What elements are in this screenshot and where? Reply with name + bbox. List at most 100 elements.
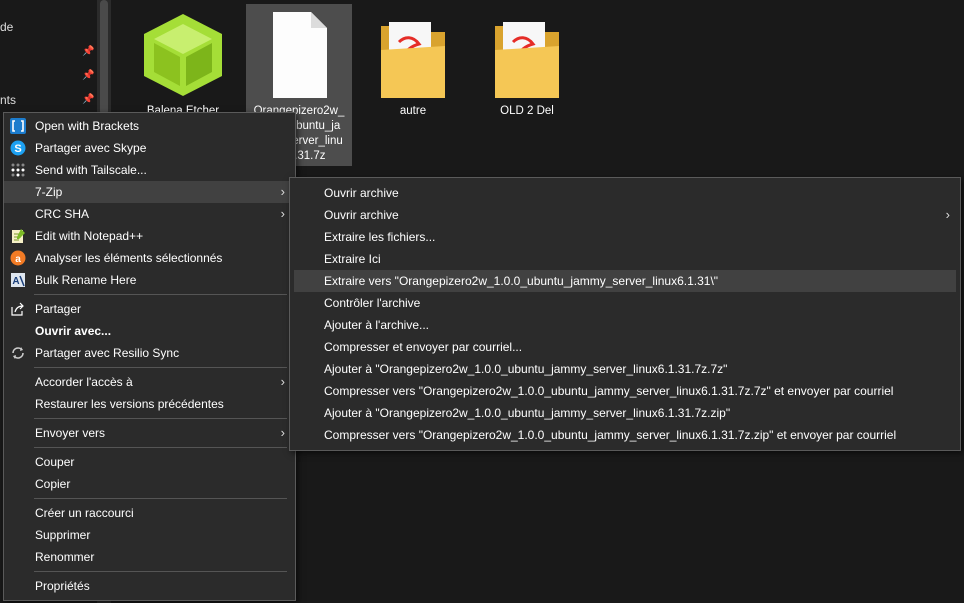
menu-item-add-to-zip[interactable]: Ajouter à "Orangepizero2w_1.0.0_ubuntu_j… xyxy=(290,402,960,424)
menu-item-compress-email[interactable]: Compresser et envoyer par courriel... xyxy=(290,336,960,358)
menu-item-label: Copier xyxy=(35,477,71,491)
menu-item-extract-files[interactable]: Extraire les fichiers... xyxy=(290,226,960,248)
pin-icon[interactable]: 📌 xyxy=(82,46,94,57)
menu-item-share-skype[interactable]: S Partager avec Skype xyxy=(4,137,295,159)
menu-separator xyxy=(34,418,287,419)
menu-item-send-tailscale[interactable]: Send with Tailscale... xyxy=(4,159,295,181)
menu-item-label: Couper xyxy=(35,455,75,469)
menu-item-label: Analyser les éléments sélectionnés xyxy=(35,251,223,265)
document-icon xyxy=(273,12,327,98)
menu-item-extract-to[interactable]: Extraire vers "Orangepizero2w_1.0.0_ubun… xyxy=(294,270,956,292)
etcher-icon xyxy=(144,14,222,96)
nav-scrollbar-thumb[interactable] xyxy=(100,0,108,115)
menu-item-7zip[interactable]: 7-Zip › xyxy=(4,181,295,203)
chevron-right-icon: › xyxy=(280,374,285,389)
menu-item-create-shortcut[interactable]: Créer un raccourci xyxy=(4,502,295,524)
menu-separator xyxy=(34,447,287,448)
folder-item-old-2-del[interactable]: PDF OLD 2 Del xyxy=(474,4,580,166)
menu-separator xyxy=(34,294,287,295)
menu-item-grant-access[interactable]: Accorder l'accès à › xyxy=(4,371,295,393)
menu-item-properties[interactable]: Propriétés xyxy=(4,575,295,597)
chevron-right-icon: › xyxy=(280,425,285,440)
menu-item-label: Accorder l'accès à xyxy=(35,375,133,389)
menu-item-label: Restaurer les versions précédentes xyxy=(35,397,224,411)
menu-item-restore-versions[interactable]: Restaurer les versions précédentes xyxy=(4,393,295,415)
bulk-rename-icon: A xyxy=(11,273,25,287)
menu-item-label: Compresser et envoyer par courriel... xyxy=(324,340,523,354)
svg-text:A: A xyxy=(12,276,19,287)
skype-icon: S xyxy=(10,140,26,156)
menu-item-send-to[interactable]: Envoyer vers › xyxy=(4,422,295,444)
menu-item-label: Contrôler l'archive xyxy=(324,296,421,310)
pin-icon[interactable]: 📌 xyxy=(82,70,94,81)
menu-item-label: CRC SHA xyxy=(35,207,90,221)
menu-item-label: Partager xyxy=(35,302,82,316)
menu-item-compress-zip-email[interactable]: Compresser vers "Orangepizero2w_1.0.0_ub… xyxy=(290,424,960,446)
chevron-right-icon: › xyxy=(280,184,285,199)
menu-item-label: 7-Zip xyxy=(35,185,63,199)
share-icon xyxy=(11,302,24,316)
menu-item-notepadpp[interactable]: Edit with Notepad++ xyxy=(4,225,295,247)
menu-item-label: Ouvrir avec... xyxy=(35,324,112,338)
chevron-right-icon: › xyxy=(280,206,285,221)
menu-item-label: Supprimer xyxy=(35,528,91,542)
menu-item-label: Extraire Ici xyxy=(324,252,381,266)
menu-item-label: Ouvrir archive xyxy=(324,186,399,200)
nav-item-documents[interactable]: nts xyxy=(0,93,16,107)
menu-separator xyxy=(34,571,287,572)
menu-item-bulk-rename[interactable]: A Bulk Rename Here xyxy=(4,269,295,291)
menu-item-label: Ouvrir archive xyxy=(324,208,399,222)
menu-item-label: Ajouter à l'archive... xyxy=(324,318,430,332)
menu-item-open-archive[interactable]: Ouvrir archive xyxy=(290,182,960,204)
menu-item-partager[interactable]: Partager xyxy=(4,298,295,320)
tailscale-icon xyxy=(11,163,25,177)
folder-label: OLD 2 Del xyxy=(500,105,554,117)
menu-item-label: Extraire les fichiers... xyxy=(324,230,436,244)
menu-item-compress-7z-email[interactable]: Compresser vers "Orangepizero2w_1.0.0_ub… xyxy=(290,380,960,402)
menu-item-copy[interactable]: Copier xyxy=(4,473,295,495)
folder-item-autre[interactable]: PDF autre xyxy=(360,4,466,166)
menu-separator xyxy=(34,498,287,499)
menu-item-label: Extraire vers "Orangepizero2w_1.0.0_ubun… xyxy=(324,274,719,288)
menu-item-add-to-7z[interactable]: Ajouter à "Orangepizero2w_1.0.0_ubuntu_j… xyxy=(290,358,960,380)
menu-item-label: Partager avec Resilio Sync xyxy=(35,346,180,360)
menu-item-test-archive[interactable]: Contrôler l'archive xyxy=(290,292,960,314)
chevron-right-icon: › xyxy=(945,207,950,222)
menu-item-label: Open with Brackets xyxy=(35,119,140,133)
menu-item-label: Bulk Rename Here xyxy=(35,273,137,287)
menu-item-open-with[interactable]: Ouvrir avec... xyxy=(4,320,295,342)
menu-item-rename[interactable]: Renommer xyxy=(4,546,295,568)
folder-pdf-icon: PDF xyxy=(495,22,559,98)
avast-icon: a xyxy=(10,250,26,266)
menu-item-add-to-archive[interactable]: Ajouter à l'archive... xyxy=(290,314,960,336)
menu-item-label: Compresser vers "Orangepizero2w_1.0.0_ub… xyxy=(324,384,894,398)
menu-item-open-with-brackets[interactable]: Open with Brackets xyxy=(4,115,295,137)
menu-item-extract-here[interactable]: Extraire Ici xyxy=(290,248,960,270)
svg-text:S: S xyxy=(14,143,21,155)
menu-item-label: Propriétés xyxy=(35,579,90,593)
menu-item-label: Send with Tailscale... xyxy=(35,163,147,177)
pin-icon[interactable]: 📌 xyxy=(82,94,94,105)
folder-pdf-icon: PDF xyxy=(381,22,445,98)
menu-item-crc-sha[interactable]: CRC SHA › xyxy=(4,203,295,225)
svg-text:a: a xyxy=(15,254,21,265)
menu-item-label: Edit with Notepad++ xyxy=(35,229,144,243)
folder-label: autre xyxy=(399,105,427,117)
brackets-icon xyxy=(10,118,26,134)
menu-item-label: Envoyer vers xyxy=(35,426,106,440)
menu-item-delete[interactable]: Supprimer xyxy=(4,524,295,546)
notepadpp-icon xyxy=(12,229,25,243)
menu-item-label: Créer un raccourci xyxy=(35,506,134,520)
menu-separator xyxy=(34,367,287,368)
menu-item-label: Ajouter à "Orangepizero2w_1.0.0_ubuntu_j… xyxy=(324,362,728,376)
menu-item-label: Compresser vers "Orangepizero2w_1.0.0_ub… xyxy=(324,428,897,442)
nav-item-quick-access[interactable]: de xyxy=(0,20,13,34)
resilio-icon xyxy=(12,347,24,359)
context-menu: Open with Brackets S Partager avec Skype… xyxy=(3,112,296,601)
submenu-7zip: Ouvrir archive Ouvrir archive › Extraire… xyxy=(289,177,961,451)
menu-item-open-archive-sub[interactable]: Ouvrir archive › xyxy=(290,204,960,226)
menu-item-analyser[interactable]: a Analyser les éléments sélectionnés xyxy=(4,247,295,269)
menu-item-resilio[interactable]: Partager avec Resilio Sync xyxy=(4,342,295,364)
menu-item-label: Ajouter à "Orangepizero2w_1.0.0_ubuntu_j… xyxy=(324,406,731,420)
menu-item-cut[interactable]: Couper xyxy=(4,451,295,473)
